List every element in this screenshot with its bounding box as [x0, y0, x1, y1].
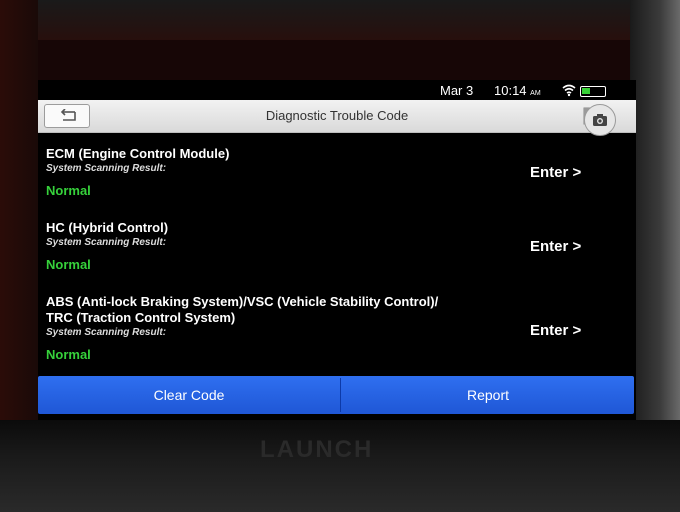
- camera-icon: [593, 114, 607, 126]
- enter-hc-button[interactable]: Enter >: [530, 238, 581, 255]
- device-brand-logo: LAUNCH: [260, 436, 374, 463]
- wifi-icon: [562, 84, 576, 97]
- report-button[interactable]: Report: [342, 376, 634, 414]
- scan-result-label: System Scanning Result:: [46, 327, 167, 338]
- scan-result-label: System Scanning Result:: [46, 163, 167, 174]
- device-screen: Mar 3 10:14 AM Diagnostic Trouble Code E…: [38, 80, 636, 420]
- module-name: ECM (Engine Control Module): [46, 146, 230, 161]
- battery-icon: [580, 86, 606, 97]
- module-ecm: ECM (Engine Control Module) System Scann…: [46, 146, 606, 198]
- clear-code-button[interactable]: Clear Code: [38, 376, 340, 414]
- scan-result-label: System Scanning Result:: [46, 237, 167, 248]
- status-date: Mar 3: [440, 83, 474, 98]
- status-time: 10:14 AM: [494, 83, 541, 98]
- scan-result-status: Normal: [46, 347, 91, 362]
- module-name: HC (Hybrid Control): [46, 220, 169, 235]
- enter-ecm-button[interactable]: Enter >: [530, 164, 581, 181]
- battery-level: [582, 88, 590, 94]
- title-bar: Diagnostic Trouble Code: [38, 100, 636, 136]
- screenshot-camera-button[interactable]: [584, 104, 616, 136]
- module-name-line1: ABS (Anti-lock Braking System)/VSC (Vehi…: [46, 294, 439, 309]
- status-bar: Mar 3 10:14 AM: [38, 80, 636, 100]
- enter-abs-button[interactable]: Enter >: [530, 322, 581, 339]
- action-divider: [340, 378, 341, 412]
- module-name-line2: TRC (Traction Control System): [46, 310, 236, 325]
- module-abs-vsc-trc: ABS (Anti-lock Braking System)/VSC (Vehi…: [46, 294, 606, 362]
- background-bottom: [0, 420, 680, 512]
- status-ampm: AM: [530, 90, 541, 97]
- page-title: Diagnostic Trouble Code: [265, 108, 409, 123]
- module-hc: HC (Hybrid Control) System Scanning Resu…: [46, 220, 606, 272]
- scan-result-status: Normal: [46, 183, 91, 198]
- action-bar: Clear Code Report: [38, 376, 634, 414]
- scan-result-status: Normal: [46, 257, 91, 272]
